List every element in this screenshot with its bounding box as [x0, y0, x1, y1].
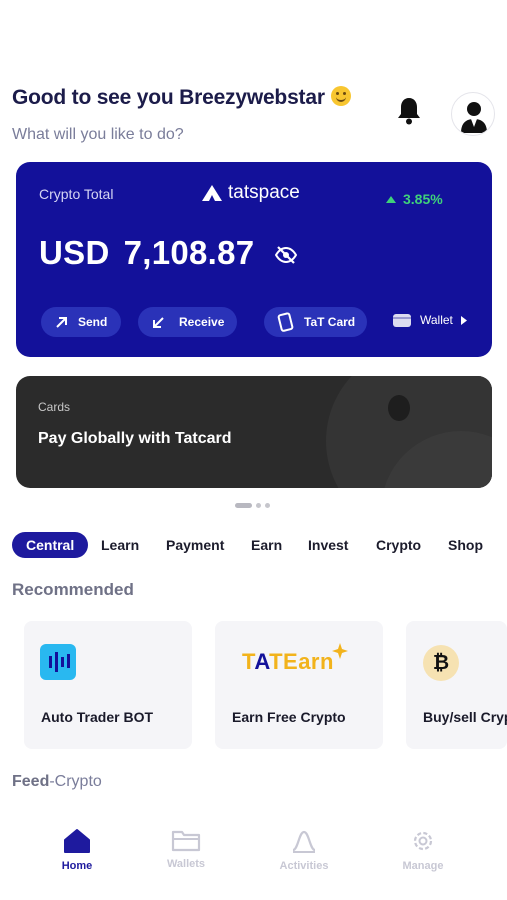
feed-label: Feed	[12, 773, 50, 790]
send-button[interactable]: Send	[41, 307, 122, 337]
notification-bell-icon[interactable]	[396, 96, 422, 126]
crypto-total-label: Crypto Total	[39, 186, 114, 202]
pager-dot[interactable]	[256, 503, 261, 508]
card-icon	[277, 312, 294, 332]
receive-label: Receive	[179, 315, 225, 329]
recommended-title: Recommended	[12, 580, 134, 599]
wallet-label: Wallet	[420, 313, 453, 327]
greeting-heading: Good to see you Breezywebstar	[12, 86, 351, 110]
tab-central[interactable]: Central	[12, 532, 89, 558]
nav-wallets[interactable]: Wallets	[141, 828, 231, 870]
banner-headline: Pay Globally with Tatcard	[38, 430, 232, 447]
tab-crypto[interactable]: Crypto	[376, 532, 421, 558]
nav-home[interactable]: Home	[32, 828, 122, 872]
chart-bars-icon	[40, 644, 76, 680]
greeting-subtitle: What will you like to do?	[12, 126, 184, 143]
smile-emoji-icon	[330, 86, 351, 106]
price-change-value: 3.85%	[403, 191, 443, 207]
tab-shop[interactable]: Shop	[448, 532, 483, 558]
carousel-pager[interactable]	[235, 503, 270, 508]
nav-manage-label: Manage	[402, 860, 444, 872]
nav-activities[interactable]: Activities	[259, 828, 349, 872]
balance-currency: USD	[39, 234, 110, 271]
arrow-down-left-icon	[153, 316, 164, 328]
nav-wallets-label: Wallets	[166, 858, 206, 870]
home-icon	[64, 829, 90, 853]
bitcoin-icon: ₿	[423, 645, 459, 681]
tatearn-logo: TATEarn	[242, 643, 348, 675]
greeting-text: Good to see you Breezywebstar	[12, 86, 325, 109]
recommended-card-title: Auto Trader BOT	[41, 709, 154, 725]
recommended-card-earn-crypto[interactable]: TATEarn Earn Free Crypto	[215, 621, 383, 749]
balance-value: 7,108.87	[123, 234, 255, 271]
sparkle-icon	[331, 643, 348, 659]
feed-heading: Feed-Crypto	[12, 773, 102, 791]
hide-balance-icon[interactable]	[274, 246, 298, 264]
recommended-card-buy-sell[interactable]: ₿ Buy/sell Crypto	[406, 621, 507, 749]
brand-name: tatspace	[228, 182, 300, 203]
tatcard-banner[interactable]: Cards Pay Globally with Tatcard	[16, 376, 492, 488]
banner-label: Cards	[38, 400, 71, 414]
arrow-up-icon	[386, 195, 396, 203]
banner-decoration	[388, 395, 410, 421]
receive-button[interactable]: Receive	[138, 307, 237, 337]
folder-icon	[171, 830, 201, 852]
nav-home-label: Home	[61, 860, 93, 872]
tatspace-logo: tatspace	[202, 182, 300, 204]
recommended-card-title: Earn Free Crypto	[232, 709, 346, 725]
bottom-nav: Home Wallets Activities Manage	[0, 820, 507, 900]
recommended-card-title: Buy/sell Crypto	[423, 709, 507, 725]
pager-dot-active[interactable]	[235, 503, 252, 508]
balance-amount: USD 7,108.87	[39, 234, 254, 272]
feed-sub: -Crypto	[49, 773, 102, 790]
tat-card-button[interactable]: TaT Card	[264, 307, 367, 337]
pager-dot[interactable]	[265, 503, 270, 508]
avatar[interactable]	[451, 92, 495, 136]
nav-manage[interactable]: Manage	[378, 828, 468, 872]
tat-card-label: TaT Card	[304, 315, 356, 329]
tatspace-logo-icon	[202, 185, 222, 201]
price-change: 3.85%	[386, 191, 443, 207]
chevron-right-icon	[460, 315, 467, 325]
tab-learn[interactable]: Learn	[101, 532, 139, 558]
send-label: Send	[78, 315, 108, 329]
tab-earn[interactable]: Earn	[251, 532, 282, 558]
category-tabs: Central Learn Payment Earn Invest Crypto…	[12, 532, 502, 558]
tab-invest[interactable]: Invest	[308, 532, 348, 558]
crypto-total-card: Crypto Total tatspace 3.85% USD 7,108.87…	[16, 162, 492, 357]
wallet-link[interactable]: Wallet	[392, 312, 467, 328]
arrow-up-right-icon	[56, 316, 67, 328]
wallet-icon	[393, 314, 411, 327]
gear-icon	[413, 831, 433, 851]
recommended-card-auto-trader[interactable]: Auto Trader BOT	[24, 621, 192, 749]
activity-icon	[292, 830, 316, 853]
tab-payment[interactable]: Payment	[166, 532, 224, 558]
nav-activities-label: Activities	[279, 860, 329, 872]
